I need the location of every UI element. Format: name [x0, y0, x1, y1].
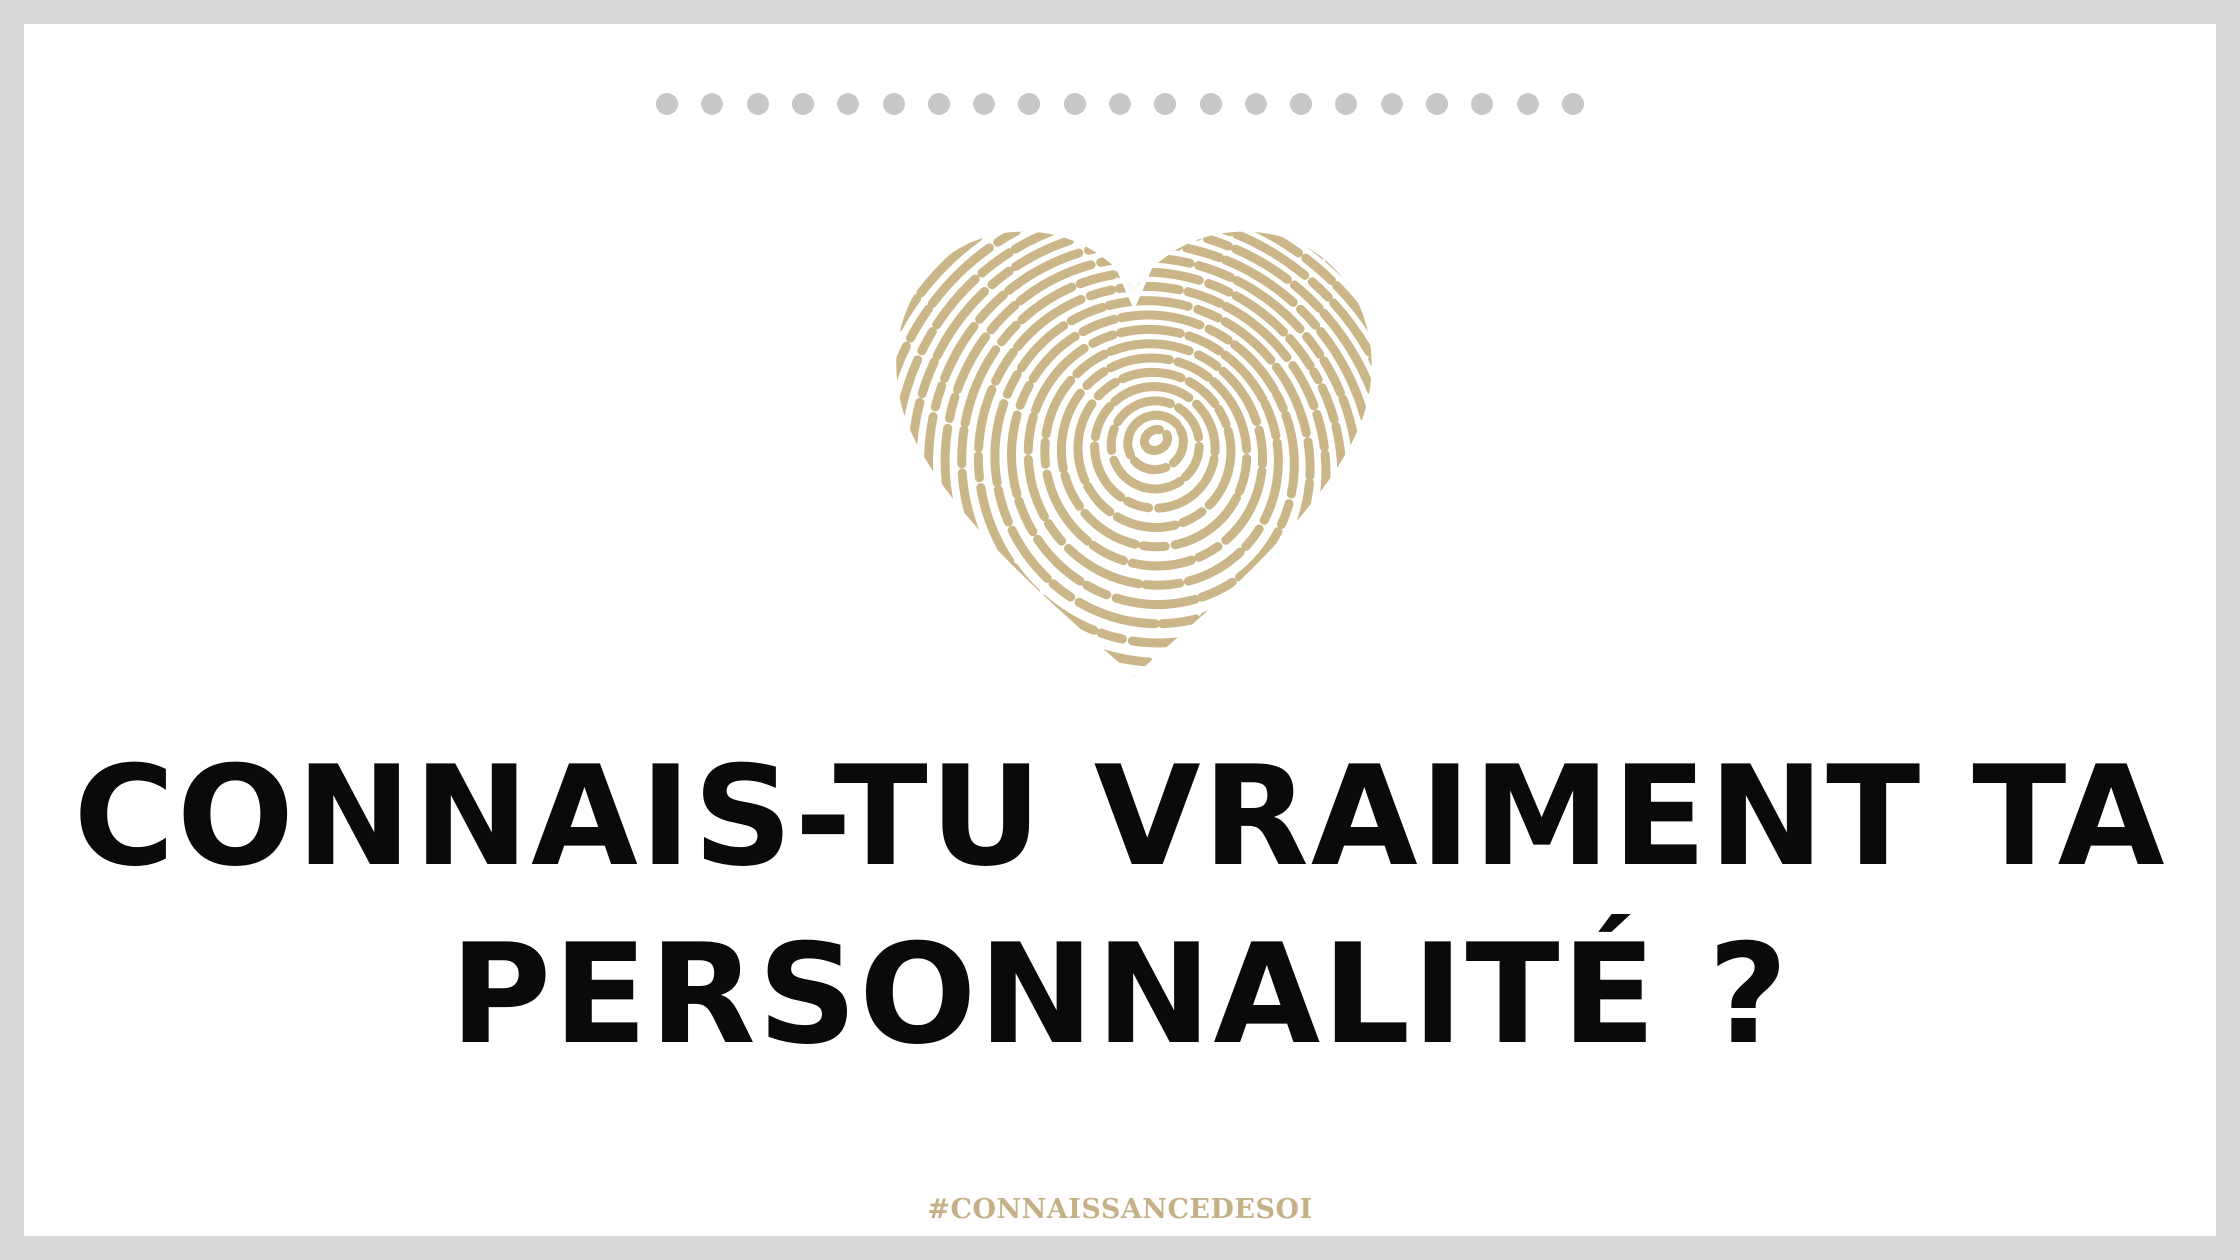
divider-dot	[1426, 93, 1449, 115]
slide-frame: CONNAIS-TU VRAIMENT TA PERSONNALITÉ ? #C…	[24, 24, 2216, 1236]
divider-dot	[837, 93, 860, 115]
title-line-1: CONNAIS-TU VRAIMENT TA	[73, 736, 2167, 897]
divider-dot	[1063, 93, 1086, 115]
divider-dot	[1516, 93, 1539, 115]
divider-dot	[882, 93, 905, 115]
page-title: CONNAIS-TU VRAIMENT TA PERSONNALITÉ ?	[24, 728, 2216, 1084]
title-line-2: PERSONNALITÉ ?	[450, 914, 1790, 1075]
divider-dot	[1109, 93, 1131, 115]
dot-divider	[24, 93, 2216, 115]
divider-dot	[1154, 93, 1177, 115]
fingerprint-heart-icon	[884, 220, 1384, 680]
divider-dot	[1380, 93, 1403, 115]
fingerprint-ridge	[1139, 425, 1173, 455]
fingerprint-ridge	[1123, 410, 1188, 475]
divider-dot	[1244, 93, 1267, 115]
hashtag-label: #CONNAISSANCEDESOI	[927, 1194, 1313, 1225]
divider-dot	[1335, 93, 1358, 115]
divider-dot	[1199, 93, 1222, 115]
divider-dot	[746, 93, 769, 115]
divider-dot	[1018, 93, 1041, 115]
divider-dot	[1471, 93, 1494, 115]
divider-dot	[1290, 93, 1313, 115]
divider-dot	[701, 93, 724, 115]
divider-dot	[791, 93, 814, 115]
divider-dot	[1561, 93, 1584, 115]
divider-dot	[927, 93, 950, 115]
divider-dot	[973, 93, 996, 115]
divider-dot	[656, 93, 679, 115]
